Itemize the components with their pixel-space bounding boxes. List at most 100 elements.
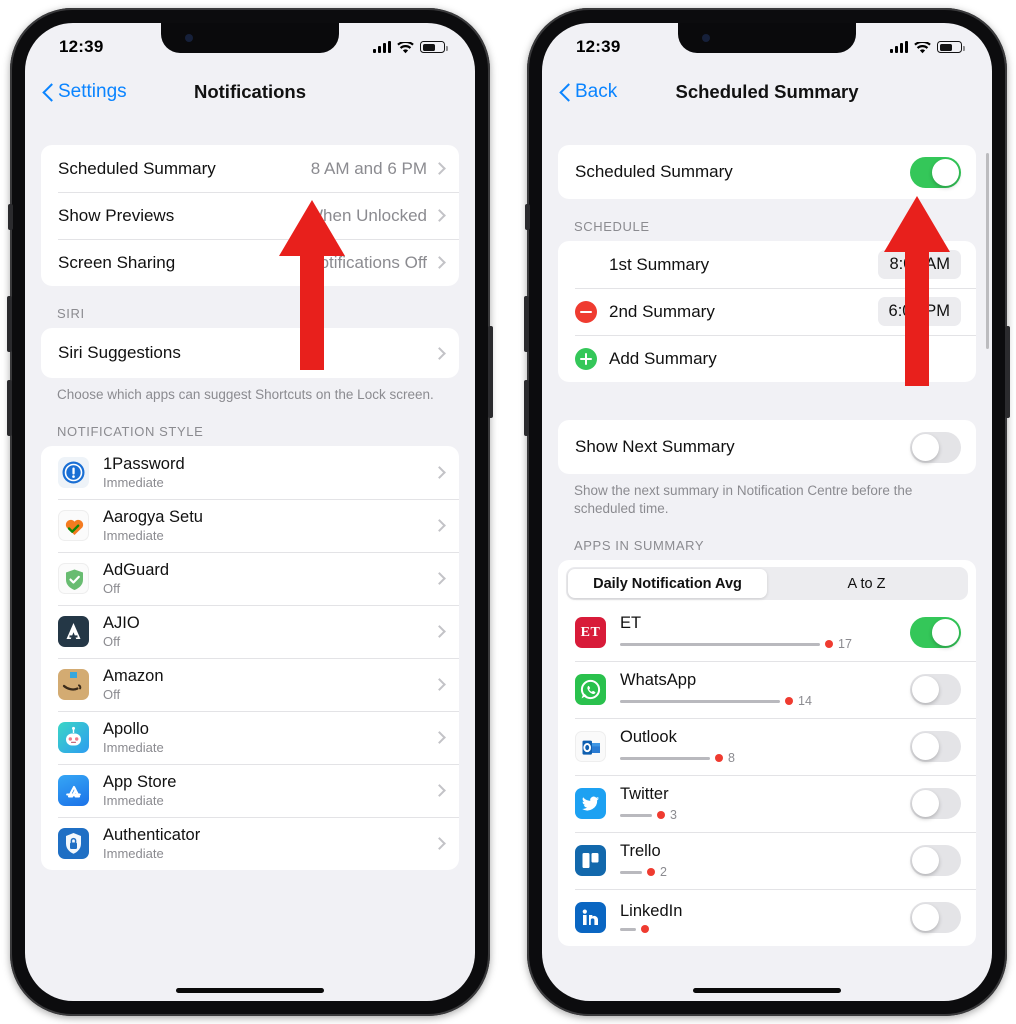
- home-indicator: [693, 988, 841, 993]
- volume-up-button[interactable]: [7, 296, 12, 352]
- app-toggle-outlook[interactable]: [910, 731, 961, 763]
- status-time: 12:39: [59, 37, 104, 56]
- row-label: Scheduled Summary: [58, 158, 216, 178]
- show-next-summary-card: Show Next Summary: [558, 420, 976, 474]
- row-show-previews[interactable]: Show Previews When Unlocked: [41, 192, 459, 239]
- linkedin-icon: [575, 902, 606, 934]
- remove-summary-icon[interactable]: [575, 300, 597, 323]
- summary-app-row-twitter[interactable]: Twitter 3: [558, 775, 976, 832]
- chevron-right-icon: [433, 837, 446, 851]
- row-label: Siri Suggestions: [58, 343, 181, 362]
- amazon-icon: [58, 669, 89, 701]
- segment-a-to-z[interactable]: A to Z: [767, 569, 966, 598]
- app-store-icon: [58, 775, 89, 807]
- app-row-aarogya-setu[interactable]: Aarogya Setu Immediate: [41, 499, 459, 552]
- annotation-arrow-right: [884, 196, 950, 386]
- left-phone-screen: 12:39 Settings Notifications Scheduled S…: [25, 23, 475, 1001]
- volume-up-button[interactable]: [524, 296, 529, 352]
- back-button-label: Back: [575, 81, 618, 102]
- app-name: Outlook: [620, 728, 677, 747]
- add-summary-icon[interactable]: [575, 347, 597, 370]
- row-label: Screen Sharing: [58, 252, 176, 272]
- app-toggle-linkedin[interactable]: [910, 902, 961, 934]
- 1password-icon: [58, 457, 89, 489]
- app-name: AdGuard: [103, 561, 170, 580]
- app-row-apollo[interactable]: Apollo Immediate: [41, 711, 459, 764]
- volume-down-button[interactable]: [7, 380, 12, 436]
- row-show-next-summary[interactable]: Show Next Summary: [558, 420, 976, 474]
- front-camera-icon: [702, 34, 710, 42]
- show-next-summary-toggle[interactable]: [910, 431, 961, 463]
- et-icon: ET: [575, 617, 606, 649]
- summary-app-row-linkedin[interactable]: LinkedIn: [558, 889, 976, 946]
- app-toggle-whatsapp[interactable]: [910, 674, 961, 706]
- notification-style-group: 1Password Immediate Aarogya Setu Immedia…: [41, 446, 459, 871]
- trello-icon: [575, 845, 606, 877]
- app-row-adguard[interactable]: AdGuard Off: [41, 552, 459, 605]
- apps-in-summary-card: Daily Notification Avg A to Z ET ET 17 W…: [558, 560, 976, 947]
- segment-daily-notification-avg[interactable]: Daily Notification Avg: [568, 569, 767, 599]
- notification-count: 14: [798, 694, 812, 709]
- right-nav-bar: Back Scheduled Summary: [542, 67, 992, 117]
- app-name: Aarogya Setu: [103, 508, 203, 527]
- notifications-main-group: Scheduled Summary 8 AM and 6 PM Show Pre…: [41, 145, 459, 286]
- app-toggle-et[interactable]: [910, 617, 961, 649]
- scheduled-summary-toggle[interactable]: [910, 156, 961, 188]
- front-camera-icon: [185, 34, 193, 42]
- row-scheduled-summary-toggle[interactable]: Scheduled Summary: [558, 145, 976, 199]
- app-name: App Store: [103, 773, 177, 792]
- chevron-left-icon: [560, 83, 571, 102]
- back-button[interactable]: Back: [560, 81, 617, 103]
- row-scheduled-summary[interactable]: Scheduled Summary 8 AM and 6 PM: [41, 145, 459, 192]
- chevron-right-icon: [433, 209, 446, 222]
- home-indicator: [176, 988, 324, 993]
- chevron-right-icon: [433, 519, 446, 533]
- row-label: Scheduled Summary: [575, 162, 733, 181]
- app-status: Immediate: [103, 740, 164, 756]
- chevron-right-icon: [433, 625, 446, 639]
- app-status: Immediate: [103, 528, 164, 544]
- app-name: AJIO: [103, 614, 140, 633]
- mute-switch[interactable]: [8, 204, 13, 230]
- app-status: Off: [103, 687, 121, 703]
- power-button[interactable]: [488, 326, 493, 418]
- row-screen-sharing[interactable]: Screen Sharing Notifications Off: [41, 239, 459, 286]
- twitter-icon: [575, 788, 606, 820]
- app-row-app-store[interactable]: App Store Immediate: [41, 764, 459, 817]
- left-scroll-content[interactable]: Scheduled Summary 8 AM and 6 PM Show Pre…: [25, 117, 475, 1001]
- notification-avg-meter: 14: [620, 694, 900, 708]
- app-toggle-twitter[interactable]: [910, 788, 961, 820]
- wifi-icon: [397, 40, 414, 54]
- sort-segmented-control[interactable]: Daily Notification Avg A to Z: [566, 567, 968, 601]
- siri-section-header: SIRI: [57, 306, 85, 321]
- right-phone-device: 12:39 Back Scheduled Summary Scheduled S…: [524, 8, 1010, 1016]
- notch: [161, 23, 339, 53]
- row-value: 8 AM and 6 PM: [310, 158, 427, 178]
- adguard-icon: [58, 563, 89, 595]
- back-button-settings[interactable]: Settings: [43, 81, 127, 103]
- cellular-bars-icon: [373, 41, 391, 53]
- back-button-label: Settings: [58, 81, 127, 102]
- row-siri-suggestions[interactable]: Siri Suggestions: [41, 328, 459, 378]
- chevron-right-icon: [433, 256, 446, 269]
- app-toggle-trello[interactable]: [910, 845, 961, 877]
- summary-app-row-whatsapp[interactable]: WhatsApp 14: [558, 661, 976, 718]
- app-row-1password[interactable]: 1Password Immediate: [41, 446, 459, 499]
- notification-avg-meter: 8: [620, 751, 900, 765]
- app-row-amazon[interactable]: Amazon Off: [41, 658, 459, 711]
- annotation-arrow-left: [279, 200, 345, 370]
- notification-avg-meter: 3: [620, 808, 900, 822]
- scroll-indicator[interactable]: [986, 153, 989, 349]
- app-status: Off: [103, 581, 121, 597]
- summary-app-row-outlook[interactable]: Outlook 8: [558, 718, 976, 775]
- summary-app-row-trello[interactable]: Trello 2: [558, 832, 976, 889]
- power-button[interactable]: [1005, 326, 1010, 418]
- page-title: Notifications: [193, 81, 307, 102]
- page-title: Scheduled Summary: [675, 81, 859, 102]
- app-row-authenticator[interactable]: Authenticator Immediate: [41, 817, 459, 870]
- volume-down-button[interactable]: [524, 380, 529, 436]
- mute-switch[interactable]: [525, 204, 530, 230]
- app-row-ajio[interactable]: AJIO Off: [41, 605, 459, 658]
- scheduled-summary-card: Scheduled Summary: [558, 145, 976, 199]
- summary-app-row-et[interactable]: ET ET 17: [558, 604, 976, 661]
